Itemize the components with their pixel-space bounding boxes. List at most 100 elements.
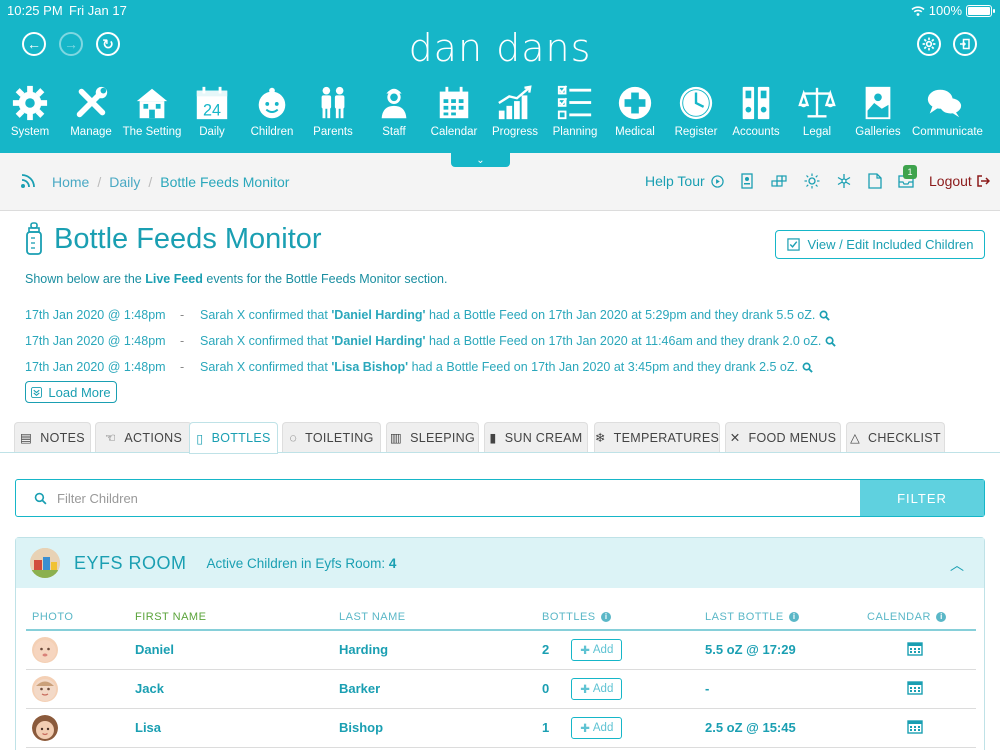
search-icon[interactable] [819, 310, 831, 321]
clock-icon [679, 86, 713, 120]
gallery-icon [865, 86, 891, 120]
tab-checklist[interactable]: △ CHECKLIST [846, 422, 945, 452]
col-last-bottle: LAST BOTTLE i [699, 604, 861, 631]
nav-item-setting[interactable]: The Setting [120, 84, 184, 138]
plus-icon: ✚ [580, 722, 590, 735]
nav-item-communicate[interactable]: Communicate [912, 84, 983, 138]
tab-sleeping[interactable]: ▥ SLEEPING [386, 422, 479, 452]
filter-bar: Filter Children FILTER [15, 479, 985, 517]
nav-item-parents[interactable]: Parents [301, 84, 365, 138]
add-bottle-button[interactable]: ✚ Add [571, 638, 623, 661]
warning-triangle-icon: △ [850, 431, 861, 445]
search-icon[interactable] [825, 336, 837, 347]
baby-bottle-icon: ▯ [196, 431, 204, 446]
nav-item-accounts[interactable]: Accounts [724, 84, 788, 138]
nav-label: The Setting [122, 126, 182, 138]
id-card-icon[interactable] [739, 173, 755, 189]
info-icon[interactable]: i [601, 611, 612, 622]
plus-icon: ✚ [580, 644, 590, 657]
grid-icon[interactable] [771, 173, 787, 189]
search-icon[interactable] [802, 362, 813, 373]
child-last-name[interactable]: Harding [333, 630, 536, 670]
last-bottle-cell: 5.5 oZ @ 17:29 [699, 630, 861, 670]
room-header[interactable]: EYFS ROOM Active Children in Eyfs Room: … [16, 538, 984, 588]
view-edit-children-button[interactable]: View / Edit Included Children [775, 230, 985, 259]
nav-label: Children [250, 126, 294, 138]
nav-item-planning[interactable]: Planning [543, 84, 607, 138]
child-last-name[interactable]: Barker [333, 669, 536, 709]
room-panel: EYFS ROOM Active Children in Eyfs Room: … [15, 537, 985, 750]
sun-icon[interactable] [804, 173, 820, 189]
settings-button[interactable] [917, 32, 941, 56]
tab-temperatures[interactable]: ❄ TEMPERATURES [594, 422, 720, 452]
info-icon[interactable]: i [789, 611, 800, 622]
double-chevron-down-icon [31, 386, 43, 398]
logout-button[interactable]: Logout [929, 173, 990, 189]
tab-bottles[interactable]: ▯ BOTTLES [189, 422, 278, 454]
avatar [32, 675, 58, 702]
page-title: Bottle Feeds Monitor [54, 222, 322, 255]
parents-icon [321, 86, 345, 119]
rss-feed-icon[interactable] [20, 173, 36, 189]
filter-button[interactable]: FILTER [860, 480, 984, 516]
gear-icon [12, 85, 48, 121]
document-icon[interactable] [867, 173, 883, 189]
avatar [32, 636, 58, 663]
nav-label: Planning [552, 126, 598, 138]
nav-item-manage[interactable]: Manage [59, 84, 123, 138]
nav-label: Register [674, 126, 718, 138]
bottles-cell: 1 ✚ Add [536, 708, 699, 748]
nav-collapse-toggle[interactable]: ⌄ [451, 153, 510, 167]
nav-item-register[interactable]: Register [664, 84, 728, 138]
child-photo-cell [26, 630, 129, 670]
checklist-icon [557, 85, 592, 120]
exit-door-icon [960, 38, 970, 50]
tab-notes[interactable]: ▤ NOTES [14, 422, 91, 452]
nav-item-daily[interactable]: 24 Daily [180, 84, 244, 138]
nav-item-progress[interactable]: Progress [483, 84, 547, 138]
add-bottle-button[interactable]: ✚ Add [571, 716, 623, 739]
load-more-button[interactable]: Load More [25, 381, 117, 403]
filter-children-input[interactable]: Filter Children [16, 480, 860, 516]
nav-item-system[interactable]: System [0, 84, 62, 138]
tabs-divider [0, 452, 1000, 453]
room-active-count: Active Children in Eyfs Room: 4 [206, 555, 397, 571]
event-separator: - [180, 360, 185, 374]
col-last-name[interactable]: LAST NAME [333, 604, 536, 631]
view-edit-label: View / Edit Included Children [807, 237, 974, 252]
calendar-icon[interactable] [907, 718, 923, 734]
nav-item-medical[interactable]: Medical [603, 84, 667, 138]
child-first-name[interactable]: Lisa [129, 708, 333, 748]
section-tabs: ▤ NOTES ☜ ACTIONS ▯ BOTTLES ◌ TOILETING ▥ SLE… [14, 422, 986, 454]
nav-item-galleries[interactable]: Galleries [846, 84, 910, 138]
child-first-name[interactable]: Jack [129, 669, 333, 709]
tab-sun-cream[interactable]: ▮ SUN CREAM [484, 422, 588, 452]
calendar-icon[interactable] [907, 679, 923, 695]
snowflake-icon[interactable] [836, 173, 852, 189]
nav-item-staff[interactable]: Staff [362, 84, 426, 138]
exit-button[interactable] [953, 32, 977, 56]
nav-label: Daily [199, 126, 225, 138]
nav-item-legal[interactable]: Legal [785, 84, 849, 138]
info-icon[interactable]: i [936, 611, 947, 622]
chevron-up-icon[interactable]: ︿ [950, 555, 964, 575]
tab-toileting[interactable]: ◌ TOILETING [282, 422, 381, 452]
breadcrumb-separator: / [97, 174, 102, 190]
nav-item-children[interactable]: Children [240, 84, 304, 138]
child-last-name[interactable]: Bishop [333, 708, 536, 748]
event-text: Sarah X confirmed that 'Daniel Harding' … [200, 334, 822, 348]
nav-item-calendar[interactable]: Calendar [422, 84, 486, 138]
help-tour-button[interactable]: Help Tour [645, 173, 724, 189]
breadcrumb-home[interactable]: Home [52, 174, 89, 190]
cot-icon: ▥ [389, 431, 403, 445]
intro-text: Shown below are the Live Feed events for… [25, 272, 448, 286]
search-icon [34, 492, 47, 505]
col-first-name[interactable]: FIRST NAME [129, 604, 333, 631]
event-timestamp: 17th Jan 2020 @ 1:48pm [25, 334, 166, 348]
tab-actions[interactable]: ☜ ACTIONS [95, 422, 192, 452]
tab-food-menus[interactable]: ✕ FOOD MENUS [725, 422, 841, 452]
breadcrumb-daily[interactable]: Daily [109, 174, 140, 190]
child-first-name[interactable]: Daniel [129, 630, 333, 670]
calendar-icon[interactable] [907, 640, 923, 656]
add-bottle-button[interactable]: ✚ Add [571, 677, 623, 700]
